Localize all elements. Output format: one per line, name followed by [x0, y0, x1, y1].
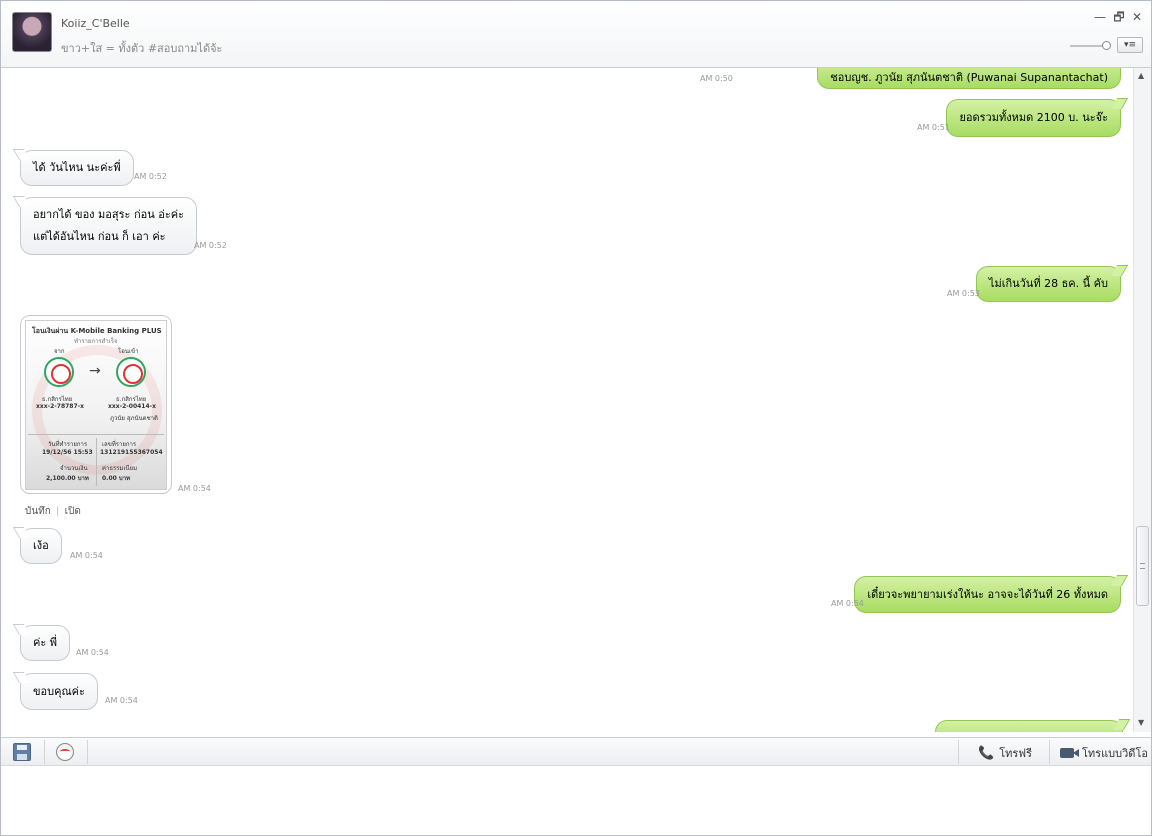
transfer-slip-image[interactable]: โอนเงินผ่าน K-Mobile Banking PLUS ทำรายก… [25, 320, 167, 490]
slip-from-label: จาก [54, 348, 65, 355]
contact-name: Koiiz_C'Belle [61, 17, 130, 30]
toolbar-divider [87, 740, 88, 764]
slip-date-value: 19/12/56 15:53 [42, 449, 93, 456]
message-text-line: อยากได้ ของ มอสุระ ก่อน อ่ะค่ะ [33, 208, 185, 221]
save-image-link[interactable]: บันทึก [25, 506, 51, 517]
chat-toolbar: 📞 โทรฟรี โทรแบบวิดีโอ [1, 737, 1151, 766]
toolbar-divider [44, 740, 45, 764]
kbank-logo-to [116, 357, 146, 387]
zoom-slider-track [1070, 45, 1106, 47]
message-timestamp: AM 0:50 [700, 74, 733, 83]
image-message[interactable]: โอนเงินผ่าน K-Mobile Banking PLUS ทำรายก… [20, 315, 172, 494]
kbank-logo-from [44, 357, 74, 387]
message-text: เง้อ [33, 539, 49, 552]
open-image-link[interactable]: เปิด [65, 506, 81, 517]
slip-amount-label: จำนวนเงิน [60, 465, 88, 472]
contact-status-message: ขาว+ใส = ทั้งตัว #สอบถามได้จ้ะ [61, 42, 223, 55]
message-timestamp: AM 0:52 [194, 241, 227, 250]
phone-icon: 📞 [978, 746, 995, 761]
minimize-button[interactable]: — [1093, 10, 1107, 24]
slip-fee-value: 0.00 บาท [102, 475, 131, 482]
message-text: ยอดรวมทั้งหมด 2100 บ. นะจ๊ะ [959, 111, 1108, 124]
slip-ref-value: 131219155367054 [100, 449, 163, 456]
message-bubble-incoming[interactable]: ค่ะ พี่ [20, 625, 71, 661]
scrollbar-grip [1140, 563, 1145, 569]
restore-button[interactable]: 🗗 [1112, 10, 1126, 24]
message-text: ชอบญช. ภูวนัย สุภนันตชาติ (Puwanai Supan… [830, 71, 1108, 84]
message-bubble-outgoing[interactable]: เดี๋ยวจะพยายามเร่งให้นะ อาจจะได้วันที่ 2… [854, 576, 1121, 613]
video-call-button[interactable]: โทรแบบวิดีโอ [1060, 744, 1148, 762]
image-actions-separator: | [56, 506, 60, 517]
arrow-right-icon: → [89, 363, 101, 379]
slip-divider [28, 434, 164, 435]
message-timestamp: AM 0:53 [947, 289, 980, 298]
scroll-up-arrow-icon[interactable]: ▲ [1138, 71, 1144, 80]
video-call-label: โทรแบบวิดีโอ [1082, 747, 1148, 760]
message-bubble-incoming[interactable]: อยากได้ ของ มอสุระ ก่อน อ่ะค่ะ แต่ได้อัน… [20, 197, 198, 255]
toolbar-divider [958, 740, 959, 764]
slip-subtitle: ทำรายการสำเร็จ [74, 338, 118, 345]
message-text: ไม่เกินวันที่ 28 ธค. นี้ คับ [988, 277, 1108, 290]
message-timestamp: AM 0:54 [831, 599, 864, 608]
message-timestamp: AM 0:52 [134, 172, 167, 181]
message-bubble-outgoing[interactable] [935, 720, 1123, 732]
message-text: ค่ะ พี่ [33, 636, 58, 649]
message-timestamp: AM 0:54 [76, 648, 109, 657]
chat-header: Koiiz_C'Belle ขาว+ใส = ทั้งตัว #สอบถามได… [1, 1, 1151, 68]
slip-date-label: วันที่ทำรายการ [48, 441, 88, 448]
toolbar-divider [1049, 740, 1050, 764]
slip-amount-value: 2,100.00 บาท [46, 475, 89, 482]
chat-menu-button[interactable]: ▾≡ [1117, 37, 1143, 53]
image-actions: บันทึก | เปิด [25, 504, 81, 519]
message-text: ขอบคุณค่ะ [33, 685, 85, 698]
message-timestamp: AM 0:54 [70, 551, 103, 560]
chat-window: Koiiz_C'Belle ขาว+ใส = ทั้งตัว #สอบถามได… [0, 0, 1152, 836]
slip-from-account: xxx-2-78787-x [36, 403, 84, 410]
contact-avatar[interactable] [12, 12, 52, 52]
video-camera-icon [1060, 748, 1079, 758]
message-bubble-outgoing[interactable]: ชอบญช. ภูวนัย สุภนันตชาติ (Puwanai Supan… [817, 68, 1121, 89]
slip-fee-label: ค่าธรรมเนียม [102, 465, 138, 472]
message-scrollbar[interactable]: ▲ ▼ [1133, 68, 1151, 732]
slip-to-name: ภูวนัย สุภนันตชาติ [110, 415, 158, 422]
message-timestamp: AM 0:51 [917, 123, 950, 132]
save-chat-icon[interactable] [13, 743, 31, 761]
scroll-down-arrow-icon[interactable]: ▼ [1138, 718, 1144, 727]
message-text: เดี๋ยวจะพยายามเร่งให้นะ อาจจะได้วันที่ 2… [867, 588, 1108, 601]
zoom-slider-knob[interactable] [1102, 41, 1111, 50]
message-list: ชอบญช. ภูวนัย สุภนันตชาติ (Puwanai Supan… [1, 68, 1133, 732]
free-call-button[interactable]: 📞 โทรฟรี [978, 744, 1032, 762]
message-bubble-outgoing[interactable]: ยอดรวมทั้งหมด 2100 บ. นะจ๊ะ [946, 99, 1121, 137]
message-text-line: แต่ได้อันไหน ก่อน ก็ เอา ค่ะ [33, 230, 166, 243]
slip-divider [96, 438, 97, 486]
message-bubble-incoming[interactable]: ขอบคุณค่ะ [20, 673, 98, 710]
zoom-slider[interactable] [1070, 41, 1111, 51]
message-text: ได้ วันไหน นะค่ะพี่ [33, 161, 121, 174]
slip-to-account: xxx-2-00414-x [108, 403, 156, 410]
free-call-label: โทรฟรี [999, 747, 1032, 760]
message-bubble-incoming[interactable]: ได้ วันไหน นะค่ะพี่ [20, 150, 134, 186]
message-bubble-outgoing[interactable]: ไม่เกินวันที่ 28 ธค. นี้ คับ [975, 266, 1121, 302]
slip-to-label: โอนเข้า [118, 348, 139, 355]
scrollbar-thumb[interactable] [1136, 526, 1149, 606]
close-button[interactable]: ✕ [1130, 10, 1144, 24]
sticker-icon[interactable] [56, 743, 74, 761]
message-timestamp: AM 0:54 [105, 696, 138, 705]
message-timestamp: AM 0:54 [178, 484, 211, 493]
slip-ref-label: เลขที่รายการ [102, 441, 137, 448]
message-input[interactable] [1, 767, 1151, 831]
message-bubble-incoming[interactable]: เง้อ [20, 528, 62, 564]
